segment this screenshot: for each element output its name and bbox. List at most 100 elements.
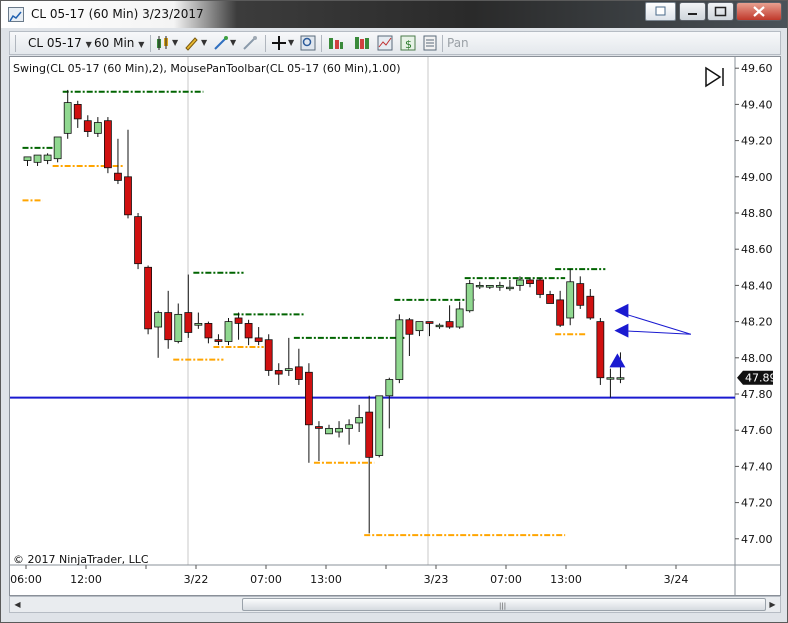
scrollbar-thumb[interactable]: ||| xyxy=(242,598,766,611)
crosshair-icon[interactable] xyxy=(271,35,287,51)
indicators-icon[interactable] xyxy=(328,35,344,51)
candle-body xyxy=(536,279,544,295)
candle-body xyxy=(83,120,92,132)
candle-body xyxy=(355,417,364,424)
candle-body xyxy=(294,366,303,380)
y-tick-label: 48.20 xyxy=(741,316,773,329)
candle-body xyxy=(23,156,32,161)
indicator-label: Swing(CL 05-17 (60 Min),2), MousePanTool… xyxy=(13,62,401,75)
candle-body xyxy=(164,312,173,341)
candle-body xyxy=(194,323,203,326)
candle-body xyxy=(425,321,434,324)
scroll-left-icon[interactable]: ◀ xyxy=(11,598,24,611)
candle-body xyxy=(576,283,585,306)
minimize-icon[interactable] xyxy=(679,2,706,21)
grip-icon: ||| xyxy=(499,602,507,610)
x-tick-label: 3/23 xyxy=(424,573,449,586)
candle-body xyxy=(224,321,233,342)
pencil-draw-icon[interactable] xyxy=(183,35,199,51)
y-tick-label: 47.40 xyxy=(741,460,773,473)
candle-body xyxy=(254,337,263,342)
candle-body xyxy=(566,281,575,319)
candle-body xyxy=(33,154,42,163)
candle-body xyxy=(445,321,454,328)
candle-body xyxy=(53,136,62,160)
window-title: CL 05-17 (60 Min) 3/23/2017 xyxy=(31,7,204,21)
app-icon xyxy=(8,7,24,22)
x-tick-label: 3/24 xyxy=(664,573,689,586)
candle-body xyxy=(546,294,554,304)
chevron-down-icon[interactable]: ▼ xyxy=(230,35,236,51)
y-tick-label: 49.60 xyxy=(741,62,773,75)
properties-icon[interactable] xyxy=(422,35,438,51)
y-tick-label: 49.00 xyxy=(741,171,773,184)
candle-body xyxy=(144,266,153,330)
candle-body xyxy=(455,308,464,328)
last-price-label: 47.89 xyxy=(745,372,777,385)
toolbar-grip xyxy=(15,35,16,52)
copyright-notice: © 2017 NinjaTrader, LLC xyxy=(13,553,149,566)
candle-body xyxy=(526,279,534,284)
candle-body xyxy=(104,120,112,169)
y-tick-label: 49.40 xyxy=(741,98,773,111)
candle-body xyxy=(93,122,102,134)
chevron-down-icon[interactable]: ▼ xyxy=(201,35,207,51)
instrument-label: CL 05-17 xyxy=(28,36,82,50)
candle-body xyxy=(616,377,625,380)
window-mode-button[interactable] xyxy=(645,2,676,21)
x-tick-label: 3/22 xyxy=(184,573,209,586)
y-tick-label: 47.00 xyxy=(741,533,773,546)
y-tick-label: 48.80 xyxy=(741,207,773,220)
candle-body xyxy=(325,427,333,435)
strategies-icon[interactable] xyxy=(354,35,370,51)
instrument-selector[interactable]: CL 05-17 ▼ xyxy=(28,35,92,51)
hide-drawings-icon[interactable] xyxy=(242,35,258,51)
scroll-right-icon[interactable]: ▶ xyxy=(766,598,779,611)
candle-body xyxy=(234,317,243,324)
candle-body xyxy=(405,319,414,335)
chevron-down-icon[interactable]: ▼ xyxy=(288,35,294,51)
chevron-down-icon: ▼ xyxy=(138,40,145,49)
candle-body xyxy=(134,216,142,265)
candle-body xyxy=(184,312,193,333)
x-tick-label: 07:00 xyxy=(490,573,522,586)
candle-body xyxy=(345,424,354,429)
close-icon[interactable] xyxy=(736,2,782,21)
maximize-icon[interactable] xyxy=(707,2,734,21)
candle-body xyxy=(214,339,223,342)
candle-body xyxy=(485,284,494,288)
pan-button[interactable]: Pan xyxy=(447,35,469,51)
candle-body xyxy=(586,295,595,319)
chevron-down-icon: ▼ xyxy=(85,40,92,49)
candle-body xyxy=(415,321,424,332)
drawing-tools-icon[interactable] xyxy=(213,35,229,51)
horizontal-scrollbar[interactable]: ◀ ||| ▶ xyxy=(9,596,781,613)
x-tick-label: 13:00 xyxy=(310,573,342,586)
price-chart[interactable]: 49.60 49.40 49.20 49.00 48.80 48.60 48.40 48.20… xyxy=(9,56,781,596)
y-tick-label: 49.20 xyxy=(741,135,773,148)
interval-selector[interactable]: 60 Min ▼ xyxy=(94,35,144,51)
candle-body xyxy=(395,319,404,380)
candle-body xyxy=(606,377,615,380)
y-tick-label: 47.20 xyxy=(741,497,773,510)
candle-body xyxy=(505,286,514,290)
chevron-down-icon[interactable]: ▼ xyxy=(172,35,178,51)
candle-body xyxy=(315,426,323,429)
candle-body xyxy=(124,176,132,216)
zoom-icon[interactable] xyxy=(300,35,316,51)
chart-canvas[interactable]: 49.60 49.40 49.20 49.00 48.80 48.60 48.40 48.20… xyxy=(10,57,780,595)
candle-body xyxy=(516,279,524,286)
chart-trader-icon[interactable] xyxy=(377,35,393,51)
y-tick-label: 48.00 xyxy=(741,352,773,365)
candle-body xyxy=(596,321,605,379)
candle-body xyxy=(465,283,474,312)
title-bar[interactable]: CL 05-17 (60 Min) 3/23/2017 xyxy=(1,1,787,28)
dollar-icon[interactable]: $ xyxy=(400,35,416,51)
toolbar-separator xyxy=(321,35,322,52)
y-tick-label: 47.60 xyxy=(741,424,773,437)
candlestick-style-icon[interactable] xyxy=(155,35,171,51)
candle-body xyxy=(475,284,484,288)
x-tick-label: 06:00 xyxy=(10,573,42,586)
candle-body xyxy=(495,284,504,288)
candle-body xyxy=(204,323,213,339)
